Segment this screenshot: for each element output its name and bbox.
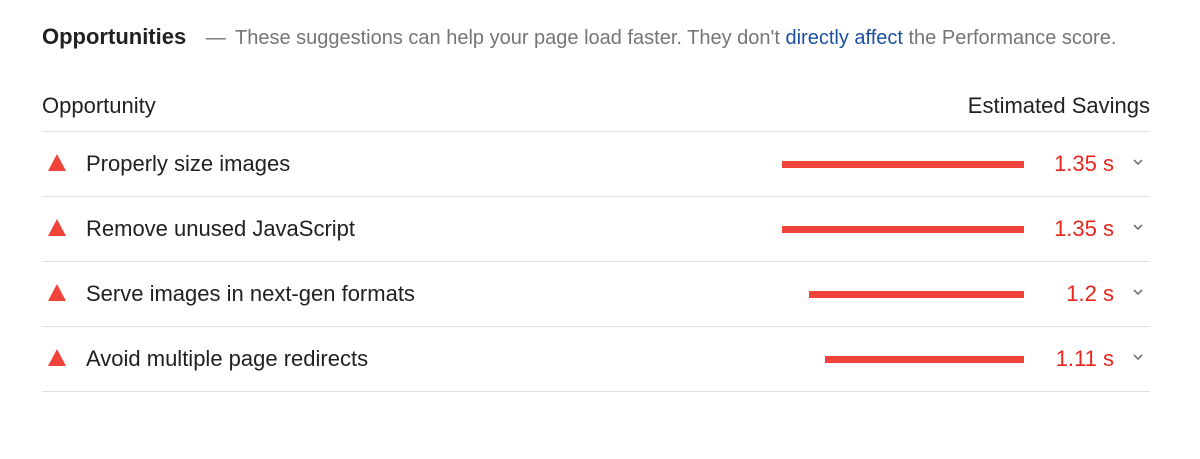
savings-bar [809, 291, 1024, 298]
savings-bar [825, 356, 1024, 363]
section-title: Opportunities [42, 24, 187, 49]
opportunity-label: Serve images in next-gen formats [86, 281, 415, 306]
chevron-down-icon[interactable] [1132, 156, 1144, 168]
header-description-suffix: the Performance score. [908, 27, 1117, 49]
estimated-savings-column-header: Estimated Savings [967, 93, 1150, 118]
savings-bar [782, 226, 1024, 233]
savings-value: 1.35 s [1054, 216, 1114, 241]
directly-affect-link[interactable]: directly affect [785, 27, 902, 49]
opportunity-label: Avoid multiple page redirects [86, 346, 369, 371]
warning-triangle-icon [48, 349, 66, 366]
section-header: Opportunities — These suggestions can he… [42, 18, 1150, 57]
opportunity-row[interactable]: Remove unused JavaScript 1.35 s [42, 197, 1150, 262]
opportunity-row[interactable]: Serve images in next-gen formats 1.2 s [42, 262, 1150, 327]
header-description-prefix: These suggestions can help your page loa… [234, 27, 780, 49]
chevron-down-icon[interactable] [1132, 351, 1144, 363]
opportunity-label: Remove unused JavaScript [86, 216, 356, 241]
warning-triangle-icon [48, 219, 66, 236]
header-dash: — [205, 27, 226, 49]
opportunities-section: Opportunities — These suggestions can he… [42, 18, 1150, 392]
opportunity-row[interactable]: Avoid multiple page redirects 1.11 s [42, 327, 1150, 392]
column-headers: Opportunity Estimated Savings [42, 89, 1150, 132]
savings-value: 1.2 s [1066, 281, 1114, 306]
opportunity-row[interactable]: Properly size images 1.35 s [42, 132, 1150, 197]
chevron-down-icon[interactable] [1132, 286, 1144, 298]
opportunity-column-header: Opportunity [42, 93, 156, 118]
opportunity-list: Properly size images 1.35 s Remove unuse… [42, 132, 1150, 392]
savings-value: 1.35 s [1054, 151, 1114, 176]
warning-triangle-icon [48, 154, 66, 171]
chevron-down-icon[interactable] [1132, 221, 1144, 233]
opportunity-label: Properly size images [86, 151, 291, 176]
savings-bar [782, 161, 1024, 168]
warning-triangle-icon [48, 284, 66, 301]
savings-value: 1.11 s [1055, 346, 1114, 371]
